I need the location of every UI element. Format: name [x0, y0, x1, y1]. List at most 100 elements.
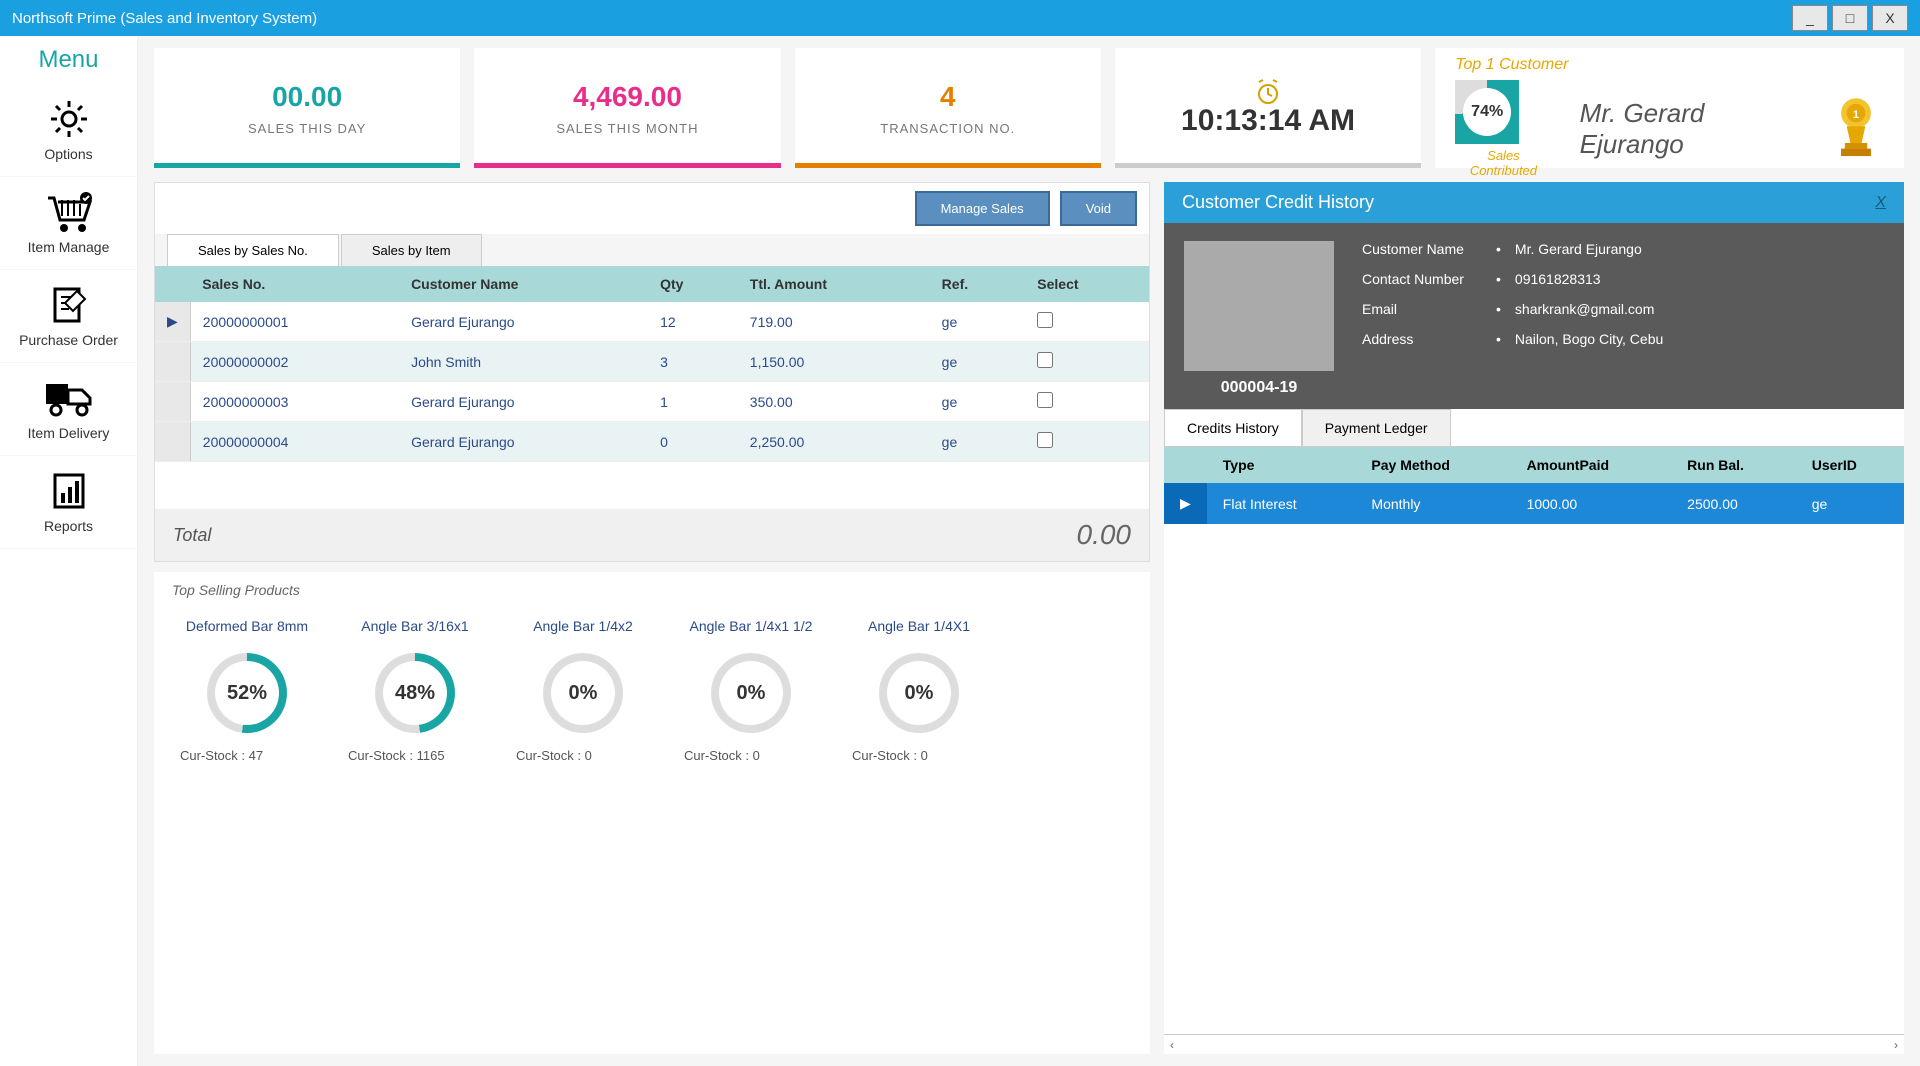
- sidebar-item-label: Item Delivery: [0, 425, 137, 441]
- product-ring: 0%: [711, 653, 791, 733]
- product-ring: 48%: [375, 653, 455, 733]
- sales-col-header: Ttl. Amount: [738, 266, 930, 302]
- product-name: Deformed Bar 8mm: [172, 618, 322, 638]
- product-ring: 0%: [543, 653, 623, 733]
- sales-col-header: Ref.: [930, 266, 1026, 302]
- product-card: Angle Bar 3/16x148%Cur-Stock : 1165: [340, 618, 490, 763]
- sales-day-label: SALES THIS DAY: [248, 121, 366, 136]
- titlebar: Northsoft Prime (Sales and Inventory Sys…: [0, 0, 1920, 36]
- credit-row[interactable]: ▶Flat InterestMonthly1000.002500.00ge: [1164, 483, 1904, 524]
- top-customer-title: Top 1 Customer: [1455, 56, 1884, 74]
- sales-box: Manage Sales Void Sales by Sales No. Sal…: [154, 182, 1150, 562]
- product-name: Angle Bar 1/4x1 1/2: [676, 618, 826, 638]
- content: 00.00 SALES THIS DAY 4,469.00 SALES THIS…: [138, 36, 1920, 1066]
- card-time: 10:13:14 AM: [1115, 48, 1421, 168]
- product-name: Angle Bar 1/4X1: [844, 618, 994, 638]
- clock-icon: [1253, 78, 1283, 104]
- credit-header-title: Customer Credit History: [1182, 192, 1374, 213]
- sales-col-header: Qty: [648, 266, 738, 302]
- horizontal-scrollbar[interactable]: ‹›: [1164, 1034, 1904, 1054]
- cart-icon: [0, 187, 137, 237]
- sidebar-item-purchase-order[interactable]: Purchase Order: [0, 270, 137, 363]
- credit-col-header: AmountPaid: [1511, 447, 1672, 483]
- gear-icon: [0, 94, 137, 144]
- customer-field: Customer Name•Mr. Gerard Ejurango: [1362, 241, 1884, 257]
- row-select-checkbox[interactable]: [1037, 352, 1053, 368]
- close-button[interactable]: X: [1872, 5, 1908, 31]
- tab-sales-by-no[interactable]: Sales by Sales No.: [167, 234, 339, 266]
- window-title: Northsoft Prime (Sales and Inventory Sys…: [12, 10, 1792, 27]
- product-card: Angle Bar 1/4X1 0% Cur-Stock : 0: [844, 618, 994, 763]
- product-stock: Cur-Stock : 0: [676, 748, 826, 763]
- row-select-checkbox[interactable]: [1037, 392, 1053, 408]
- top-products-title: Top Selling Products: [172, 582, 1132, 598]
- top-customer-ring: 74%: [1455, 80, 1519, 144]
- trophy-icon: 1: [1828, 94, 1884, 164]
- truck-icon: [0, 373, 137, 423]
- tab-credits-history[interactable]: Credits History: [1164, 409, 1302, 446]
- product-name: Angle Bar 1/4x2: [508, 618, 658, 638]
- report-icon: [0, 466, 137, 516]
- sales-col-header: Select: [1025, 266, 1149, 302]
- product-card: Angle Bar 1/4x2 0% Cur-Stock : 0: [508, 618, 658, 763]
- sales-day-value: 00.00: [272, 81, 342, 113]
- credit-col-header: UserID: [1796, 447, 1904, 483]
- sales-col-header: Sales No.: [190, 266, 399, 302]
- credit-col-header: Pay Method: [1355, 447, 1510, 483]
- customer-field: Contact Number•09161828313: [1362, 271, 1884, 287]
- customer-info: 000004-19 Customer Name•Mr. Gerard Ejura…: [1164, 223, 1904, 409]
- trans-no-value: 4: [940, 81, 956, 113]
- sales-row[interactable]: 20000000002John Smith31,150.00ge: [155, 342, 1149, 382]
- sidebar-item-options[interactable]: Options: [0, 84, 137, 177]
- product-stock: Cur-Stock : 0: [844, 748, 994, 763]
- credit-panel: Customer Credit History X 000004-19 Cust…: [1164, 182, 1904, 1054]
- credit-col-header: Type: [1207, 447, 1356, 483]
- product-ring: 52%: [207, 653, 287, 733]
- minimize-button[interactable]: _: [1792, 5, 1828, 31]
- sidebar-item-item-manage[interactable]: Item Manage: [0, 177, 137, 270]
- product-stock: Cur-Stock : 0: [508, 748, 658, 763]
- menu-title: Menu: [0, 36, 137, 84]
- sidebar-item-label: Options: [0, 146, 137, 162]
- tab-payment-ledger[interactable]: Payment Ledger: [1302, 409, 1451, 446]
- product-stock: Cur-Stock : 47: [172, 748, 322, 763]
- card-trans-no: 4 TRANSACTION NO.: [795, 48, 1101, 168]
- sidebar-item-label: Purchase Order: [0, 332, 137, 348]
- tab-sales-by-item[interactable]: Sales by Item: [341, 234, 482, 266]
- sales-table: Sales No.Customer NameQtyTtl. AmountRef.…: [155, 266, 1149, 509]
- credit-header: Customer Credit History X: [1164, 182, 1904, 223]
- customer-field: Email•sharkrank@gmail.com: [1362, 301, 1884, 317]
- sales-month-value: 4,469.00: [573, 81, 682, 113]
- product-ring: 0%: [879, 653, 959, 733]
- row-select-checkbox[interactable]: [1037, 432, 1053, 448]
- sales-col-header: Customer Name: [399, 266, 648, 302]
- total-row: Total 0.00: [155, 509, 1149, 561]
- card-sales-month: 4,469.00 SALES THIS MONTH: [474, 48, 780, 168]
- customer-field: Address•Nailon, Bogo City, Cebu: [1362, 331, 1884, 347]
- sales-row[interactable]: 20000000003Gerard Ejurango1350.00ge: [155, 382, 1149, 422]
- sales-row[interactable]: ▶20000000001Gerard Ejurango12719.00ge: [155, 302, 1149, 342]
- manage-sales-button[interactable]: Manage Sales: [915, 191, 1050, 226]
- product-card: Angle Bar 1/4x1 1/2 0% Cur-Stock : 0: [676, 618, 826, 763]
- credit-table: TypePay MethodAmountPaidRun Bal.UserID ▶…: [1164, 447, 1904, 1034]
- sales-row[interactable]: 20000000004Gerard Ejurango02,250.00ge: [155, 422, 1149, 462]
- credit-col-header: Run Bal.: [1671, 447, 1796, 483]
- product-card: Deformed Bar 8mm 52% Cur-Stock : 47: [172, 618, 322, 763]
- sidebar-item-item-delivery[interactable]: Item Delivery: [0, 363, 137, 456]
- total-label: Total: [173, 525, 211, 546]
- sidebar-item-reports[interactable]: Reports: [0, 456, 137, 549]
- maximize-button[interactable]: □: [1832, 5, 1868, 31]
- sidebar-item-label: Reports: [0, 518, 137, 534]
- sales-month-label: SALES THIS MONTH: [556, 121, 698, 136]
- sidebar-item-label: Item Manage: [0, 239, 137, 255]
- total-value: 0.00: [1077, 519, 1132, 551]
- svg-text:1: 1: [1853, 109, 1859, 121]
- sidebar: Menu Options Item Manage Purchase Order Ite…: [0, 36, 138, 1066]
- customer-photo: [1184, 241, 1334, 371]
- row-select-checkbox[interactable]: [1037, 312, 1053, 328]
- credit-close-button[interactable]: X: [1875, 194, 1886, 212]
- void-button[interactable]: Void: [1060, 191, 1137, 226]
- product-name: Angle Bar 3/16x1: [340, 618, 490, 638]
- trans-no-label: TRANSACTION NO.: [880, 121, 1015, 136]
- customer-id: 000004-19: [1184, 379, 1334, 397]
